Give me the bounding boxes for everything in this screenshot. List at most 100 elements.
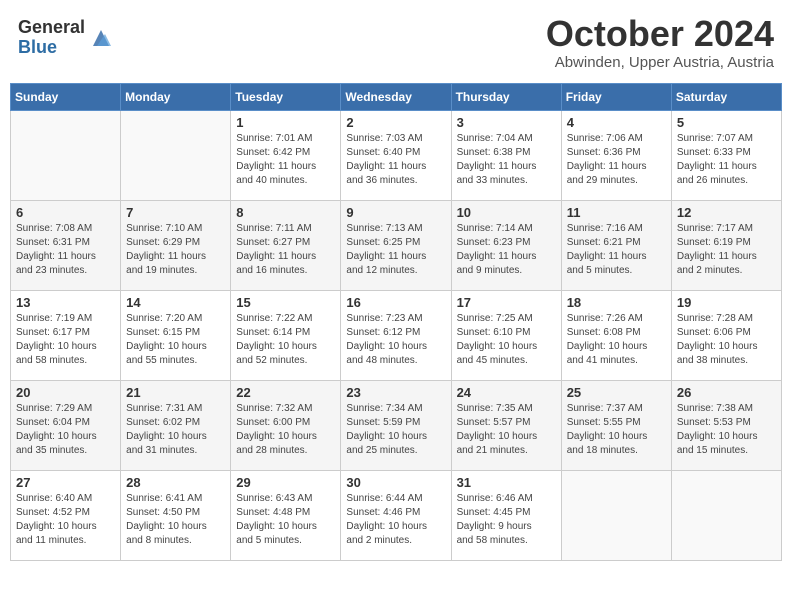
day-info: Sunrise: 7:31 AM Sunset: 6:02 PM Dayligh… <box>126 402 225 458</box>
month-title: October 2024 <box>546 14 774 54</box>
calendar-cell: 2 Sunrise: 7:03 AM Sunset: 6:40 PM Daylig… <box>341 110 451 200</box>
calendar-week-2: 6 Sunrise: 7:08 AM Sunset: 6:31 PM Daylig… <box>11 200 782 290</box>
calendar-cell: 13Sunrise: 7:19 AM Sunset: 6:17 PM Dayli… <box>11 290 121 380</box>
day-info: Sunrise: 7:28 AM Sunset: 6:06 PM Dayligh… <box>677 312 776 368</box>
day-info: Sunrise: 7:14 AM Sunset: 6:23 PM Dayligh… <box>457 222 556 278</box>
day-number: 23 <box>346 385 445 400</box>
day-info: Sunrise: 6:46 AM Sunset: 4:45 PM Dayligh… <box>457 492 556 548</box>
day-info: Sunrise: 7:08 AM Sunset: 6:31 PM Dayligh… <box>16 222 115 278</box>
weekday-header-wednesday: Wednesday <box>341 83 451 110</box>
logo: General Blue <box>18 18 113 58</box>
calendar-cell: 31 Sunrise: 6:46 AM Sunset: 4:45 PM Dayli… <box>451 470 561 560</box>
day-number: 28 <box>126 475 225 490</box>
day-number: 26 <box>677 385 776 400</box>
calendar-cell: 28 Sunrise: 6:41 AM Sunset: 4:50 PM Dayli… <box>121 470 231 560</box>
logo-icon <box>89 26 113 50</box>
weekday-header-tuesday: Tuesday <box>231 83 341 110</box>
day-info: Sunrise: 7:35 AM Sunset: 5:57 PM Dayligh… <box>457 402 556 458</box>
calendar-cell: 7 Sunrise: 7:10 AM Sunset: 6:29 PM Daylig… <box>121 200 231 290</box>
day-info: Sunrise: 7:03 AM Sunset: 6:40 PM Dayligh… <box>346 132 445 188</box>
calendar-week-4: 20 Sunrise: 7:29 AM Sunset: 6:04 PM Dayli… <box>11 380 782 470</box>
day-info: Sunrise: 7:25 AM Sunset: 6:10 PM Dayligh… <box>457 312 556 368</box>
weekday-header-saturday: Saturday <box>671 83 781 110</box>
weekday-header-row: SundayMondayTuesdayWednesdayThursdayFrid… <box>11 83 782 110</box>
calendar-cell: 12Sunrise: 7:17 AM Sunset: 6:19 PM Dayli… <box>671 200 781 290</box>
day-info: Sunrise: 6:41 AM Sunset: 4:50 PM Dayligh… <box>126 492 225 548</box>
day-number: 25 <box>567 385 666 400</box>
day-info: Sunrise: 7:11 AM Sunset: 6:27 PM Dayligh… <box>236 222 335 278</box>
day-info: Sunrise: 7:29 AM Sunset: 6:04 PM Dayligh… <box>16 402 115 458</box>
day-info: Sunrise: 7:17 AM Sunset: 6:19 PM Dayligh… <box>677 222 776 278</box>
day-info: Sunrise: 7:13 AM Sunset: 6:25 PM Dayligh… <box>346 222 445 278</box>
day-info: Sunrise: 7:04 AM Sunset: 6:38 PM Dayligh… <box>457 132 556 188</box>
day-info: Sunrise: 7:01 AM Sunset: 6:42 PM Dayligh… <box>236 132 335 188</box>
day-number: 2 <box>346 115 445 130</box>
day-info: Sunrise: 7:06 AM Sunset: 6:36 PM Dayligh… <box>567 132 666 188</box>
day-number: 17 <box>457 295 556 310</box>
page-header: General Blue October 2024 Abwinden, Uppe… <box>10 10 782 75</box>
calendar-week-3: 13Sunrise: 7:19 AM Sunset: 6:17 PM Dayli… <box>11 290 782 380</box>
calendar-cell <box>671 470 781 560</box>
logo-general-text: General <box>18 18 85 38</box>
day-number: 1 <box>236 115 335 130</box>
calendar-cell <box>121 110 231 200</box>
day-number: 11 <box>567 205 666 220</box>
calendar-cell: 17 Sunrise: 7:25 AM Sunset: 6:10 PM Dayli… <box>451 290 561 380</box>
day-number: 21 <box>126 385 225 400</box>
calendar-cell: 22 Sunrise: 7:32 AM Sunset: 6:00 PM Dayli… <box>231 380 341 470</box>
day-number: 3 <box>457 115 556 130</box>
day-number: 4 <box>567 115 666 130</box>
day-number: 15 <box>236 295 335 310</box>
day-number: 27 <box>16 475 115 490</box>
calendar-cell: 8 Sunrise: 7:11 AM Sunset: 6:27 PM Daylig… <box>231 200 341 290</box>
calendar-cell: 27 Sunrise: 6:40 AM Sunset: 4:52 PM Dayli… <box>11 470 121 560</box>
calendar-cell: 11Sunrise: 7:16 AM Sunset: 6:21 PM Dayli… <box>561 200 671 290</box>
day-number: 16 <box>346 295 445 310</box>
day-info: Sunrise: 7:26 AM Sunset: 6:08 PM Dayligh… <box>567 312 666 368</box>
calendar-cell <box>561 470 671 560</box>
calendar-cell: 21 Sunrise: 7:31 AM Sunset: 6:02 PM Dayli… <box>121 380 231 470</box>
day-info: Sunrise: 7:37 AM Sunset: 5:55 PM Dayligh… <box>567 402 666 458</box>
day-number: 8 <box>236 205 335 220</box>
day-info: Sunrise: 7:32 AM Sunset: 6:00 PM Dayligh… <box>236 402 335 458</box>
day-number: 20 <box>16 385 115 400</box>
calendar-cell: 26 Sunrise: 7:38 AM Sunset: 5:53 PM Dayli… <box>671 380 781 470</box>
day-info: Sunrise: 7:07 AM Sunset: 6:33 PM Dayligh… <box>677 132 776 188</box>
calendar-cell: 18 Sunrise: 7:26 AM Sunset: 6:08 PM Dayli… <box>561 290 671 380</box>
logo-blue-text: Blue <box>18 38 85 58</box>
calendar-cell <box>11 110 121 200</box>
day-number: 30 <box>346 475 445 490</box>
day-info: Sunrise: 7:23 AM Sunset: 6:12 PM Dayligh… <box>346 312 445 368</box>
calendar-cell: 24Sunrise: 7:35 AM Sunset: 5:57 PM Dayli… <box>451 380 561 470</box>
calendar-cell: 10 Sunrise: 7:14 AM Sunset: 6:23 PM Dayli… <box>451 200 561 290</box>
calendar-cell: 3 Sunrise: 7:04 AM Sunset: 6:38 PM Daylig… <box>451 110 561 200</box>
day-info: Sunrise: 6:40 AM Sunset: 4:52 PM Dayligh… <box>16 492 115 548</box>
calendar-cell: 30Sunrise: 6:44 AM Sunset: 4:46 PM Dayli… <box>341 470 451 560</box>
day-info: Sunrise: 7:34 AM Sunset: 5:59 PM Dayligh… <box>346 402 445 458</box>
calendar-cell: 5 Sunrise: 7:07 AM Sunset: 6:33 PM Daylig… <box>671 110 781 200</box>
day-number: 7 <box>126 205 225 220</box>
day-number: 29 <box>236 475 335 490</box>
calendar-cell: 23 Sunrise: 7:34 AM Sunset: 5:59 PM Dayli… <box>341 380 451 470</box>
calendar-cell: 19 Sunrise: 7:28 AM Sunset: 6:06 PM Dayli… <box>671 290 781 380</box>
day-info: Sunrise: 7:38 AM Sunset: 5:53 PM Dayligh… <box>677 402 776 458</box>
calendar-week-5: 27 Sunrise: 6:40 AM Sunset: 4:52 PM Dayli… <box>11 470 782 560</box>
day-info: Sunrise: 7:20 AM Sunset: 6:15 PM Dayligh… <box>126 312 225 368</box>
day-number: 18 <box>567 295 666 310</box>
day-info: Sunrise: 6:43 AM Sunset: 4:48 PM Dayligh… <box>236 492 335 548</box>
calendar-cell: 29 Sunrise: 6:43 AM Sunset: 4:48 PM Dayli… <box>231 470 341 560</box>
calendar-cell: 1 Sunrise: 7:01 AM Sunset: 6:42 PM Daylig… <box>231 110 341 200</box>
calendar-cell: 9Sunrise: 7:13 AM Sunset: 6:25 PM Daylig… <box>341 200 451 290</box>
day-info: Sunrise: 7:10 AM Sunset: 6:29 PM Dayligh… <box>126 222 225 278</box>
day-number: 5 <box>677 115 776 130</box>
day-number: 31 <box>457 475 556 490</box>
calendar-cell: 16 Sunrise: 7:23 AM Sunset: 6:12 PM Dayli… <box>341 290 451 380</box>
day-info: Sunrise: 7:22 AM Sunset: 6:14 PM Dayligh… <box>236 312 335 368</box>
location: Abwinden, Upper Austria, Austria <box>546 54 774 71</box>
day-number: 6 <box>16 205 115 220</box>
day-number: 19 <box>677 295 776 310</box>
calendar-week-1: 1 Sunrise: 7:01 AM Sunset: 6:42 PM Daylig… <box>11 110 782 200</box>
day-number: 22 <box>236 385 335 400</box>
calendar-cell: 15 Sunrise: 7:22 AM Sunset: 6:14 PM Dayli… <box>231 290 341 380</box>
day-number: 10 <box>457 205 556 220</box>
